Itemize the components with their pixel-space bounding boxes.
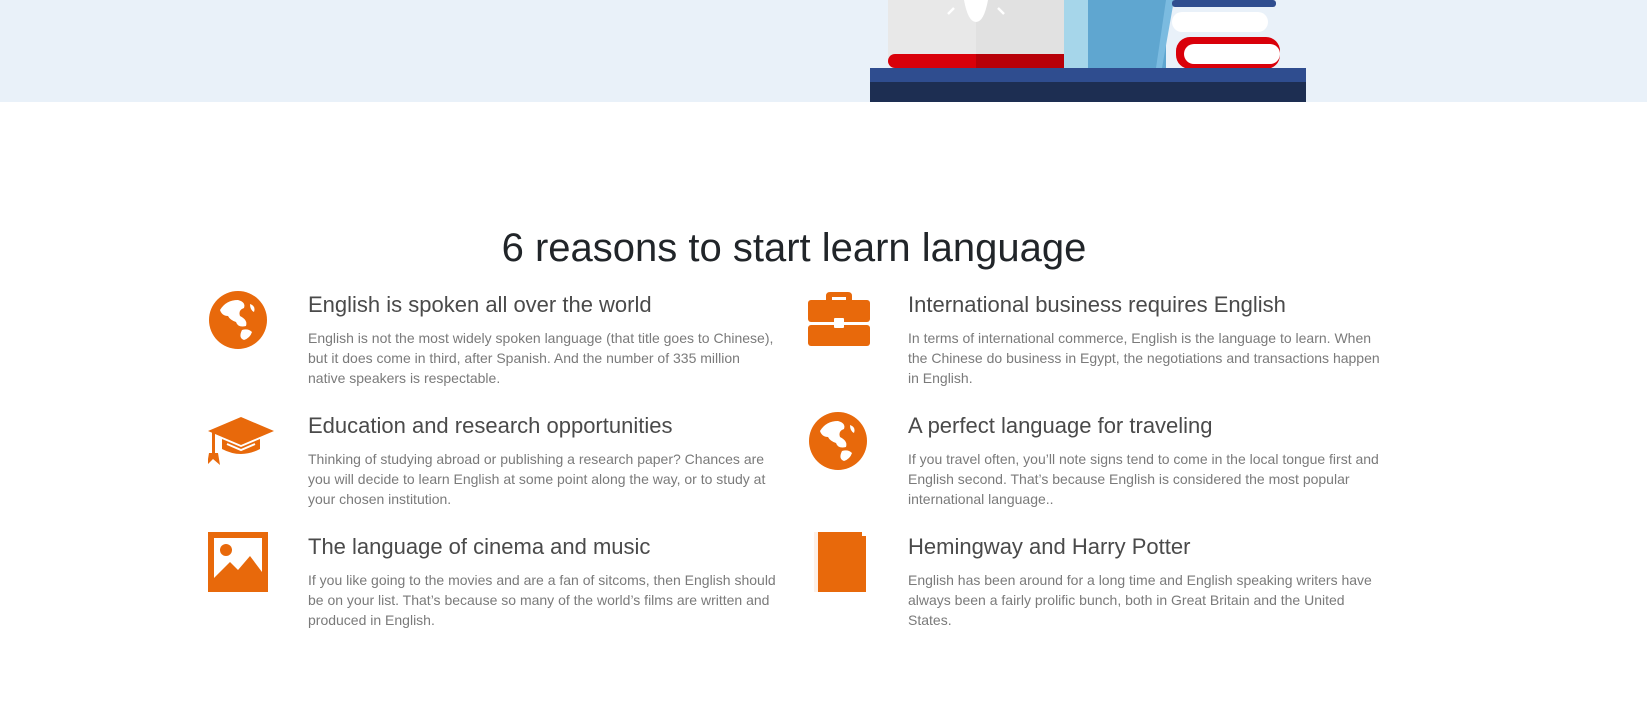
feature-description: If you travel often, you’ll note signs t… — [908, 451, 1379, 507]
feature-description: If you like going to the movies and are … — [308, 572, 776, 628]
feature-item: English is spoken all over the world Eng… — [208, 290, 788, 405]
image-icon — [208, 532, 274, 598]
feature-title: English is spoken all over the world — [308, 292, 652, 317]
feature-description: Thinking of studying abroad or publishin… — [308, 451, 766, 507]
feature-item: Hemingway and Harry Potter English has b… — [808, 532, 1388, 647]
feature-item: Education and research opportunities Thi… — [208, 411, 788, 526]
graduation-cap-icon — [208, 411, 274, 477]
feature-item: International business requires English … — [808, 290, 1388, 405]
feature-title: The language of cinema and music — [308, 534, 651, 559]
hero-banner — [0, 0, 1647, 102]
globe-icon — [208, 290, 274, 356]
feature-title: Education and research opportunities — [308, 413, 673, 438]
feature-item: A perfect language for traveling If you … — [808, 411, 1388, 526]
feature-description: English has been around for a long time … — [908, 572, 1372, 628]
globe-icon — [808, 411, 874, 477]
briefcase-icon — [808, 290, 874, 356]
book-icon — [808, 532, 874, 598]
feature-title: Hemingway and Harry Potter — [908, 534, 1191, 559]
feature-item: The language of cinema and music If you … — [208, 532, 788, 647]
feature-title: International business requires English — [908, 292, 1286, 317]
feature-description: In terms of international commerce, Engl… — [908, 330, 1380, 386]
feature-title: A perfect language for traveling — [908, 413, 1213, 438]
books-illustration — [870, 0, 1306, 102]
section-title: 6 reasons to start learn language — [501, 226, 1087, 270]
feature-description: English is not the most widely spoken la… — [308, 330, 774, 386]
